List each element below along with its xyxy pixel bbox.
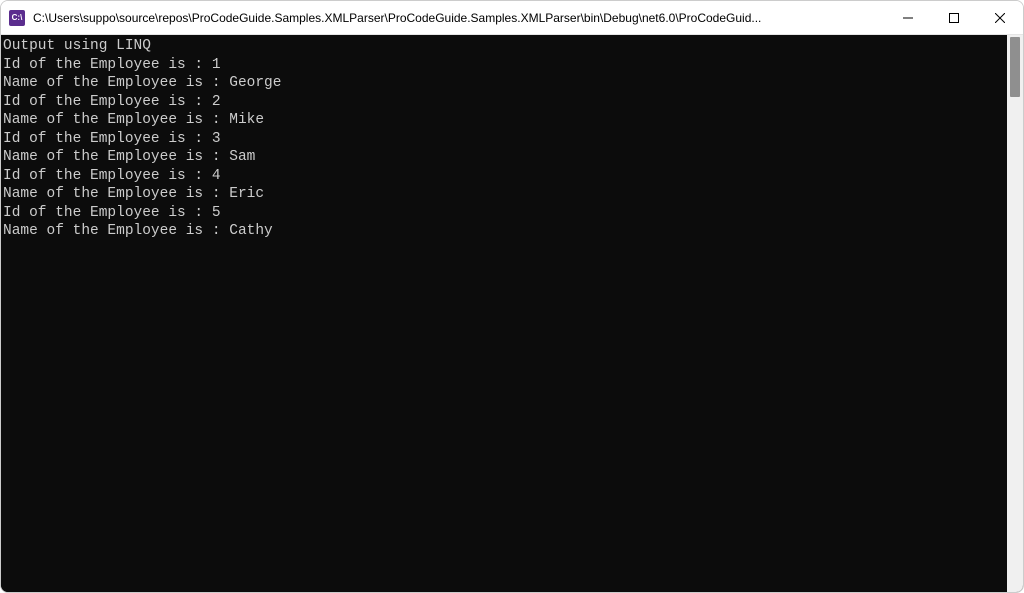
console-line: Id of the Employee is : 1 — [3, 56, 1007, 75]
window-controls — [885, 1, 1023, 34]
minimize-button[interactable] — [885, 1, 931, 34]
console-line: Name of the Employee is : George — [3, 74, 1007, 93]
scrollbar-thumb[interactable] — [1010, 37, 1020, 97]
close-button[interactable] — [977, 1, 1023, 34]
window-title: C:\Users\suppo\source\repos\ProCodeGuide… — [33, 11, 885, 25]
console-line: Name of the Employee is : Eric — [3, 185, 1007, 204]
console-line: Id of the Employee is : 2 — [3, 93, 1007, 112]
console-line: Id of the Employee is : 3 — [3, 130, 1007, 149]
console-line: Id of the Employee is : 5 — [3, 204, 1007, 223]
maximize-button[interactable] — [931, 1, 977, 34]
console-line: Name of the Employee is : Sam — [3, 148, 1007, 167]
console-line: Output using LINQ — [3, 37, 1007, 56]
titlebar[interactable]: C:\ C:\Users\suppo\source\repos\ProCodeG… — [1, 1, 1023, 35]
app-icon: C:\ — [9, 10, 25, 26]
console-window: C:\ C:\Users\suppo\source\repos\ProCodeG… — [0, 0, 1024, 593]
content-area: Output using LINQId of the Employee is :… — [1, 35, 1023, 592]
scrollbar[interactable] — [1007, 35, 1023, 592]
close-icon — [995, 13, 1005, 23]
console-line: Name of the Employee is : Mike — [3, 111, 1007, 130]
maximize-icon — [949, 13, 959, 23]
minimize-icon — [903, 13, 913, 23]
console-line: Id of the Employee is : 4 — [3, 167, 1007, 186]
console-line: Name of the Employee is : Cathy — [3, 222, 1007, 241]
console-output: Output using LINQId of the Employee is :… — [1, 35, 1007, 592]
